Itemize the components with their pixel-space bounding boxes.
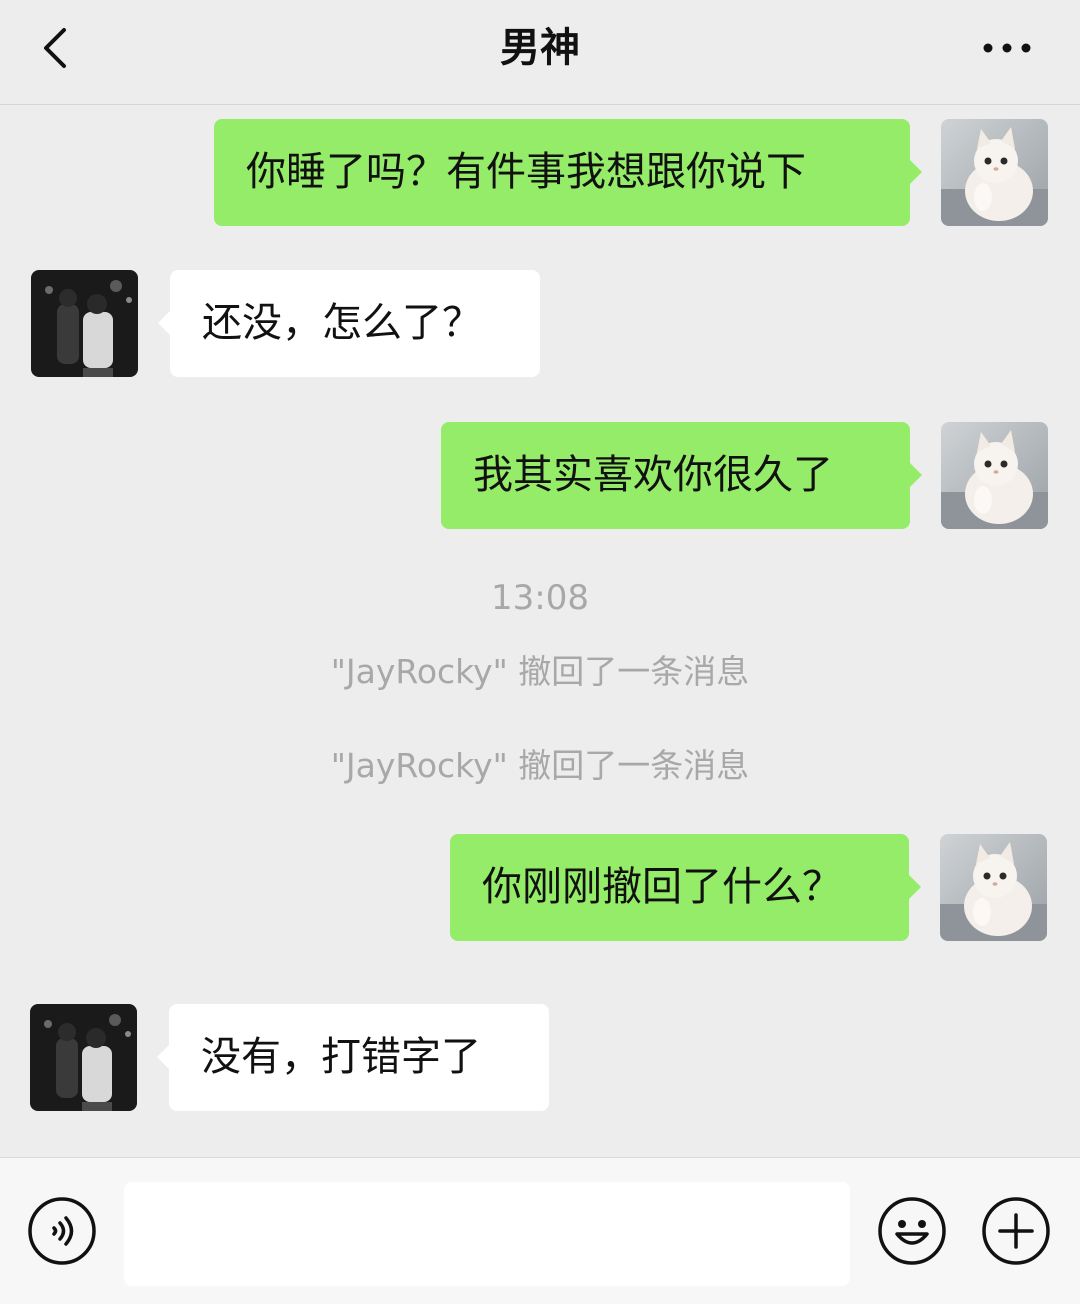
incoming-message-bubble[interactable]: 没有，打错字了 — [169, 1004, 549, 1111]
bubble-tail — [910, 160, 922, 184]
self-avatar[interactable] — [941, 119, 1048, 226]
cat-avatar-image — [940, 834, 1047, 941]
more-dots-icon — [983, 43, 1031, 53]
self-avatar[interactable] — [940, 834, 1047, 941]
contact-avatar[interactable] — [30, 1004, 137, 1111]
recall-notice: "JayRocky" 撤回了一条消息 — [330, 746, 750, 785]
plus-circle-icon — [982, 1197, 1050, 1265]
outgoing-message-bubble[interactable]: 你睡了吗？有件事我想跟你说下 — [214, 119, 910, 226]
people-avatar-image — [31, 270, 138, 377]
chat-header: 男神 — [0, 0, 1080, 105]
recall-notice: "JayRocky" 撤回了一条消息 — [330, 652, 750, 691]
emoji-button[interactable] — [877, 1196, 947, 1266]
chat-title: 男神 — [500, 25, 580, 71]
bubble-tail — [157, 1045, 169, 1069]
self-avatar[interactable] — [941, 422, 1048, 529]
bubble-tail — [158, 311, 170, 335]
people-avatar-image — [30, 1004, 137, 1111]
cat-avatar-image — [941, 422, 1048, 529]
incoming-message-bubble[interactable]: 还没，怎么了？ — [170, 270, 540, 377]
cat-avatar-image — [941, 119, 1048, 226]
outgoing-message-bubble[interactable]: 我其实喜欢你很久了 — [441, 422, 910, 529]
emoji-icon — [878, 1197, 946, 1265]
contact-avatar[interactable] — [31, 270, 138, 377]
more-button[interactable] — [978, 30, 1038, 66]
message-input[interactable] — [124, 1182, 850, 1286]
add-button[interactable] — [981, 1196, 1051, 1266]
bubble-tail — [909, 875, 921, 899]
bubble-tail — [910, 463, 922, 487]
outgoing-message-bubble[interactable]: 你刚刚撤回了什么？ — [450, 834, 909, 941]
timestamp: 13:08 — [491, 578, 589, 618]
input-bar — [0, 1157, 1080, 1304]
voice-button[interactable] — [27, 1196, 97, 1266]
voice-icon — [28, 1197, 96, 1265]
